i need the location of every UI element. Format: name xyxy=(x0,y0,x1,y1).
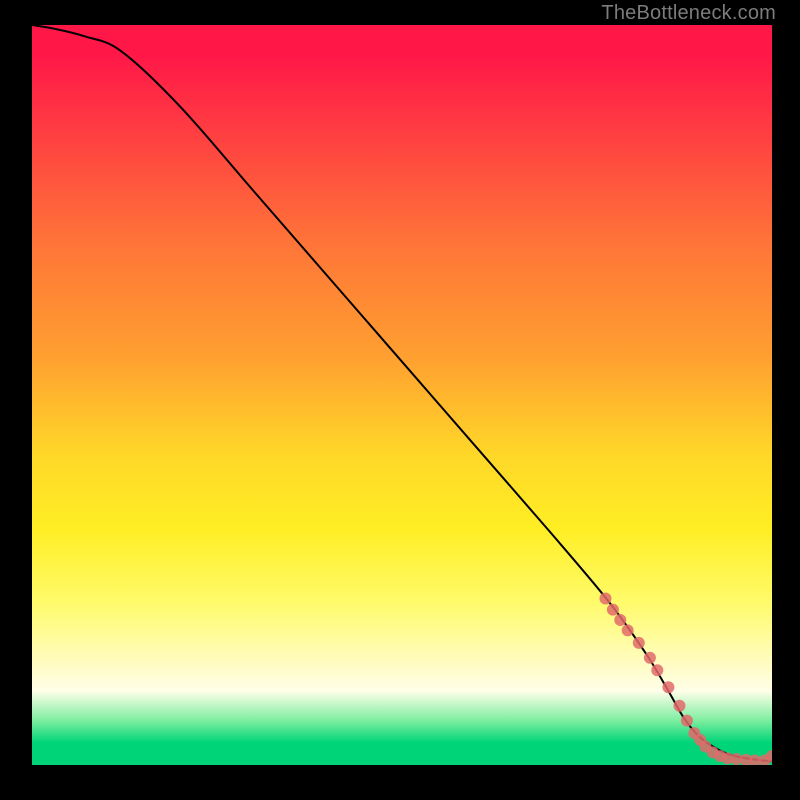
plot-area xyxy=(32,25,772,765)
chart-stage: TheBottleneck.com xyxy=(0,0,800,800)
gradient-background xyxy=(32,25,772,765)
watermark-label: TheBottleneck.com xyxy=(601,2,776,25)
